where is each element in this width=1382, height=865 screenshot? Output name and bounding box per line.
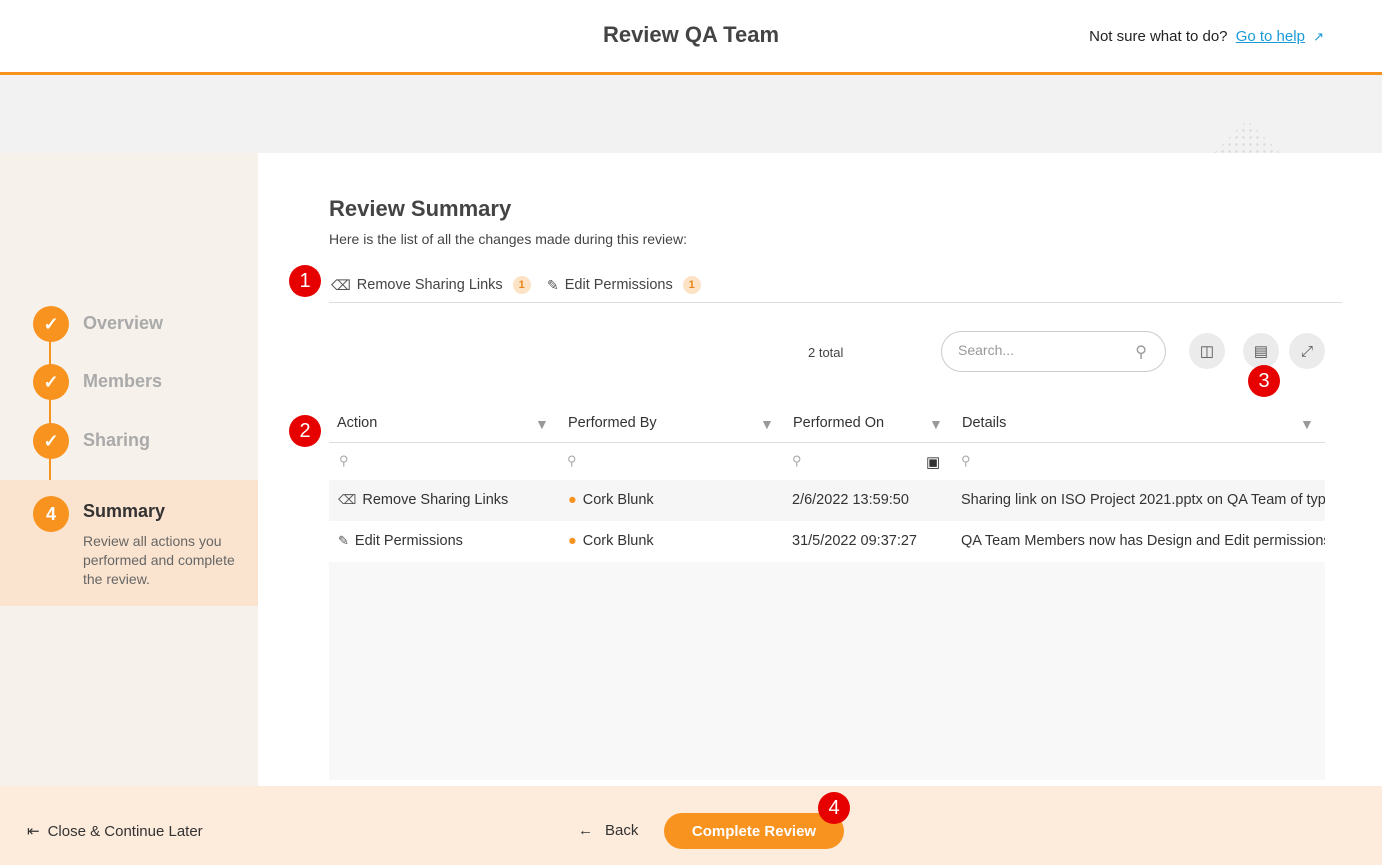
columns-icon: ◫ bbox=[1199, 343, 1215, 360]
user-name: Cork Blunk bbox=[582, 533, 654, 549]
user-icon: ● bbox=[568, 492, 577, 508]
column-header-performed-on[interactable]: Performed On bbox=[793, 415, 884, 431]
step-overview[interactable]: ✓ Overview bbox=[0, 304, 258, 344]
expand-icon: ⤢ bbox=[1300, 342, 1313, 360]
step-label: Overview bbox=[83, 313, 164, 333]
action-text: Edit Permissions bbox=[354, 533, 463, 549]
column-header-details[interactable]: Details bbox=[962, 415, 1006, 431]
column-header-performed-by[interactable]: Performed By bbox=[568, 415, 657, 431]
check-icon: ✓ bbox=[33, 423, 69, 459]
search-icon[interactable]: ⚲ bbox=[567, 453, 577, 469]
user-name: Cork Blunk bbox=[582, 492, 654, 508]
calendar-icon[interactable]: ▣ bbox=[926, 453, 940, 471]
export-xlsx-button[interactable]: ▤ bbox=[1243, 333, 1279, 369]
search-box[interactable]: ⚲ bbox=[941, 331, 1166, 372]
exit-icon: ⇤ bbox=[27, 823, 40, 840]
steps-sidebar: ✓ Overview ✓ Members ✓ Sharing 4 Summary… bbox=[0, 153, 258, 786]
back-label: Back bbox=[605, 822, 639, 839]
action-tabs: ⌫ Remove Sharing Links 1 ✎ Edit Permissi… bbox=[329, 268, 1342, 303]
filter-icon[interactable]: ▼ bbox=[929, 416, 943, 432]
count-badge: 1 bbox=[512, 276, 531, 294]
close-continue-later-button[interactable]: ⇤ Close & Continue Later bbox=[27, 822, 203, 840]
performed-on-cell: 31/5/2022 09:37:27 bbox=[792, 533, 917, 549]
filter-row: ⚲ ⚲ ⚲ ▣ ⚲ bbox=[329, 443, 1325, 480]
fullscreen-button[interactable]: ⤢ bbox=[1289, 333, 1325, 369]
filter-icon[interactable]: ▼ bbox=[760, 416, 774, 432]
column-header-action[interactable]: Action bbox=[337, 415, 377, 431]
section-subtitle: Here is the list of all the changes made… bbox=[329, 231, 687, 247]
eraser-icon: ⌫ bbox=[331, 276, 351, 293]
performed-by-cell: ● Cork Blunk bbox=[568, 533, 654, 549]
header-band bbox=[0, 75, 1382, 153]
pencil-icon: ✎ bbox=[547, 276, 559, 293]
filter-icon[interactable]: ▼ bbox=[1300, 416, 1314, 432]
annotation-marker-4: 4 bbox=[818, 792, 850, 824]
step-number: 4 bbox=[33, 496, 69, 532]
top-bar: Review QA Team Not sure what to do? Go t… bbox=[0, 0, 1382, 75]
performed-on-cell: 2/6/2022 13:59:50 bbox=[792, 492, 909, 508]
filter-icon[interactable]: ▼ bbox=[535, 416, 549, 432]
step-summary[interactable]: 4 Summary Review all actions you perform… bbox=[0, 480, 258, 606]
tab-remove-sharing-links[interactable]: ⌫ Remove Sharing Links 1 bbox=[331, 276, 531, 294]
columns-button[interactable]: ◫ bbox=[1189, 333, 1225, 369]
search-icon[interactable]: ⚲ bbox=[792, 453, 802, 469]
tab-label: Remove Sharing Links bbox=[356, 277, 503, 293]
pencil-icon: ✎ bbox=[338, 533, 349, 548]
help-link[interactable]: Go to help bbox=[1236, 28, 1305, 45]
arrow-left-icon: ← bbox=[578, 822, 593, 839]
search-input[interactable] bbox=[958, 342, 1128, 358]
action-cell: ✎ Edit Permissions bbox=[338, 533, 463, 549]
check-icon: ✓ bbox=[33, 306, 69, 342]
step-members[interactable]: ✓ Members bbox=[0, 362, 258, 402]
step-label: Members bbox=[83, 371, 163, 391]
annotation-marker-1: 1 bbox=[289, 265, 321, 297]
annotation-marker-3: 3 bbox=[1248, 365, 1280, 397]
performed-by-cell: ● Cork Blunk bbox=[568, 492, 654, 508]
search-icon[interactable]: ⚲ bbox=[1135, 342, 1147, 362]
step-label: Sharing bbox=[83, 430, 151, 450]
check-icon: ✓ bbox=[33, 364, 69, 400]
step-label: Summary bbox=[83, 501, 166, 521]
back-button[interactable]: ← Back bbox=[578, 822, 638, 839]
tab-label: Edit Permissions bbox=[564, 277, 673, 293]
search-icon[interactable]: ⚲ bbox=[339, 453, 349, 469]
total-count: 2 total bbox=[808, 345, 844, 360]
count-badge: 1 bbox=[682, 276, 701, 294]
table-header: Action ▼ Performed By ▼ Performed On ▼ D… bbox=[329, 404, 1325, 443]
eraser-icon: ⌫ bbox=[338, 492, 357, 507]
help-section: Not sure what to do? Go to help ↗ bbox=[1089, 28, 1324, 45]
xlsx-icon: ▤ bbox=[1253, 343, 1269, 360]
user-icon: ● bbox=[568, 533, 577, 549]
complete-review-button[interactable]: Complete Review bbox=[664, 813, 844, 849]
table-row[interactable]: ⌫ Remove Sharing Links ● Cork Blunk 2/6/20… bbox=[329, 480, 1325, 521]
footer-bar: ⇤ Close & Continue Later ← Back Complete R… bbox=[0, 786, 1382, 865]
external-link-icon[interactable]: ↗ bbox=[1313, 29, 1324, 45]
close-label: Close & Continue Later bbox=[47, 823, 203, 840]
tab-edit-permissions[interactable]: ✎ Edit Permissions 1 bbox=[547, 276, 701, 294]
action-cell: ⌫ Remove Sharing Links bbox=[338, 492, 508, 508]
table-row[interactable]: ✎ Edit Permissions ● Cork Blunk 31/5/2022 … bbox=[329, 521, 1325, 562]
step-description: Review all actions you performed and com… bbox=[83, 533, 235, 587]
details-cell: Sharing link on ISO Project 2021.pptx on… bbox=[961, 492, 1325, 508]
help-prompt: Not sure what to do? bbox=[1089, 28, 1228, 45]
step-sharing[interactable]: ✓ Sharing bbox=[0, 421, 258, 461]
details-cell: QA Team Members now has Design and Edit … bbox=[961, 533, 1325, 549]
changes-table: Action ▼ Performed By ▼ Performed On ▼ D… bbox=[329, 404, 1325, 780]
section-title: Review Summary bbox=[329, 196, 512, 221]
action-text: Remove Sharing Links bbox=[362, 492, 509, 508]
search-icon[interactable]: ⚲ bbox=[961, 453, 971, 469]
annotation-marker-2: 2 bbox=[289, 415, 321, 447]
